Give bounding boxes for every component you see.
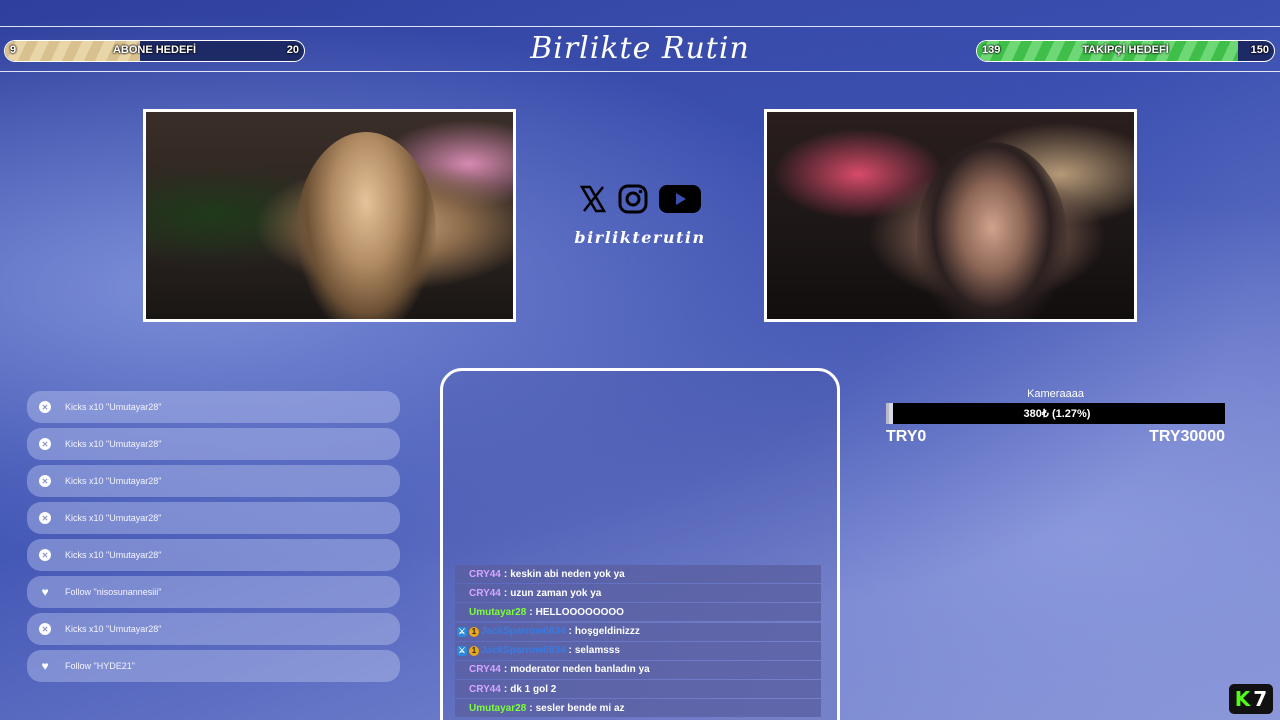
x-icon [578,184,608,214]
event-kick: ✕ Kicks x10 "Umutayar28" [27,539,400,571]
heart-icon: ♥ [41,659,49,673]
chat-list: CRY44: keskin abi neden yok ya CRY44: uzun … [455,565,821,719]
moderator-badge-icon: ⚔ [457,626,467,637]
event-text: Kicks x10 "Umutayar28" [65,624,162,634]
chat-username[interactable]: Umutayar28 [469,703,526,714]
kick-logo-number: 7 [1253,687,1268,711]
chat-username[interactable]: CRY44 [469,664,501,675]
chat-text: dk 1 gol 2 [510,683,557,695]
chat-message: CRY44: moderator neden banladın ya [455,660,821,679]
chat-username[interactable]: CRY44 [469,569,501,580]
event-text: Follow "HYDE21" [65,661,135,671]
subscriber-badge-icon: 1 [469,645,479,656]
chat-text: uzun zaman yok ya [510,587,602,599]
follow-goal-bar: 139 TAKİPÇİ HEDEFİ 150 [976,40,1275,62]
streamer-right [917,142,1067,319]
donation-bar: 380₺ (1.27%) [886,403,1225,424]
social-icons [578,183,702,215]
follow-goal-label: TAKİPÇİ HEDEFİ [1082,44,1169,56]
chat-separator: : [503,587,508,599]
event-text: Kicks x10 "Umutayar28" [65,402,162,412]
heart-icon: ♥ [41,585,49,599]
chat-text: keskin abi neden yok ya [510,568,625,580]
event-follow: ♥ Follow "nisosunannesiii" [27,576,400,608]
kick-logo: K 7 [1229,684,1273,714]
chat-message: Umutayar28: sesler bende mi az [455,699,821,718]
event-text: Follow "nisosunannesiii" [65,587,162,597]
event-kick: ✕ Kicks x10 "Umutayar28" [27,613,400,645]
kick-icon: ✕ [39,401,51,413]
youtube-icon [658,183,702,215]
kick-icon: ✕ [39,512,51,524]
kick-logo-k: K [1234,687,1251,711]
chat-text: hoşgeldinizzz [574,626,640,638]
chat-text: HELLOOOOOOOO [535,606,624,618]
donation-title: Kameraaaa [1027,388,1084,400]
webcam-left [143,109,516,322]
streamer-left [296,132,436,319]
chat-username[interactable]: JackSparrow0634 [481,626,566,637]
chat-text: selamsss [574,645,620,657]
donation-max: TRY30000 [1149,428,1225,445]
moderator-badge-icon: ⚔ [457,645,467,656]
chat-message: Umutayar28: HELLOOOOOOOO [455,603,821,622]
webcam-right [764,109,1137,322]
chat-message: CRY44: dk 1 gol 2 [455,680,821,699]
chat-message: ⚔ 1 JackSparrow0634: hoşgeldinizzz [455,622,821,641]
event-follow: ♥ Follow "HYDE21" [27,650,400,682]
chat-username[interactable]: CRY44 [469,588,501,599]
chat-separator: : [503,664,508,676]
kick-icon: ✕ [39,475,51,487]
chat-separator: : [529,702,533,714]
chat-message: CRY44: keskin abi neden yok ya [455,565,821,583]
event-kick: ✕ Kicks x10 "Umutayar28" [27,465,400,497]
top-bar: 9 ABONE HEDEFİ 20 Birlikte Rutin 139 TAK… [0,26,1280,72]
event-kick: ✕ Kicks x10 "Umutayar28" [27,391,400,423]
donation-goal: Kameraaaa 380₺ (1.27%) TRY0 TRY30000 [886,388,1225,446]
donation-min: TRY0 [886,428,927,445]
event-feed: ✕ Kicks x10 "Umutayar28" ✕ Kicks x10 "Umuta… [27,391,400,687]
chat-separator: : [503,568,508,580]
chat-username[interactable]: CRY44 [469,684,501,695]
event-text: Kicks x10 "Umutayar28" [65,439,162,449]
chat-message: ⚔ 1 JackSparrow0634: selamsss [455,641,821,660]
donation-amount: 380₺ (1.27%) [1023,408,1091,420]
chat-username[interactable]: Umutayar28 [469,607,526,618]
chat-username[interactable]: JackSparrow0634 [481,645,566,656]
chat-text: sesler bende mi az [535,702,625,714]
chat-message: CRY44: uzun zaman yok ya [455,584,821,603]
chat-separator: : [503,683,508,695]
subscriber-badge-icon: 1 [469,626,479,637]
instagram-icon [617,183,649,215]
chat-separator: : [568,645,572,657]
follow-goal-max: 150 [1250,44,1269,56]
event-text: Kicks x10 "Umutayar28" [65,513,162,523]
kick-icon: ✕ [39,549,51,561]
event-kick: ✕ Kicks x10 "Umutayar28" [27,502,400,534]
event-text: Kicks x10 "Umutayar28" [65,550,162,560]
event-text: Kicks x10 "Umutayar28" [65,476,162,486]
chat-text: moderator neden banladın ya [510,664,650,676]
chat-separator: : [568,626,572,638]
kick-icon: ✕ [39,623,51,635]
event-kick: ✕ Kicks x10 "Umutayar28" [27,428,400,460]
social-handle: birlikterutin [574,228,706,247]
chat-separator: : [529,606,533,618]
kick-icon: ✕ [39,438,51,450]
